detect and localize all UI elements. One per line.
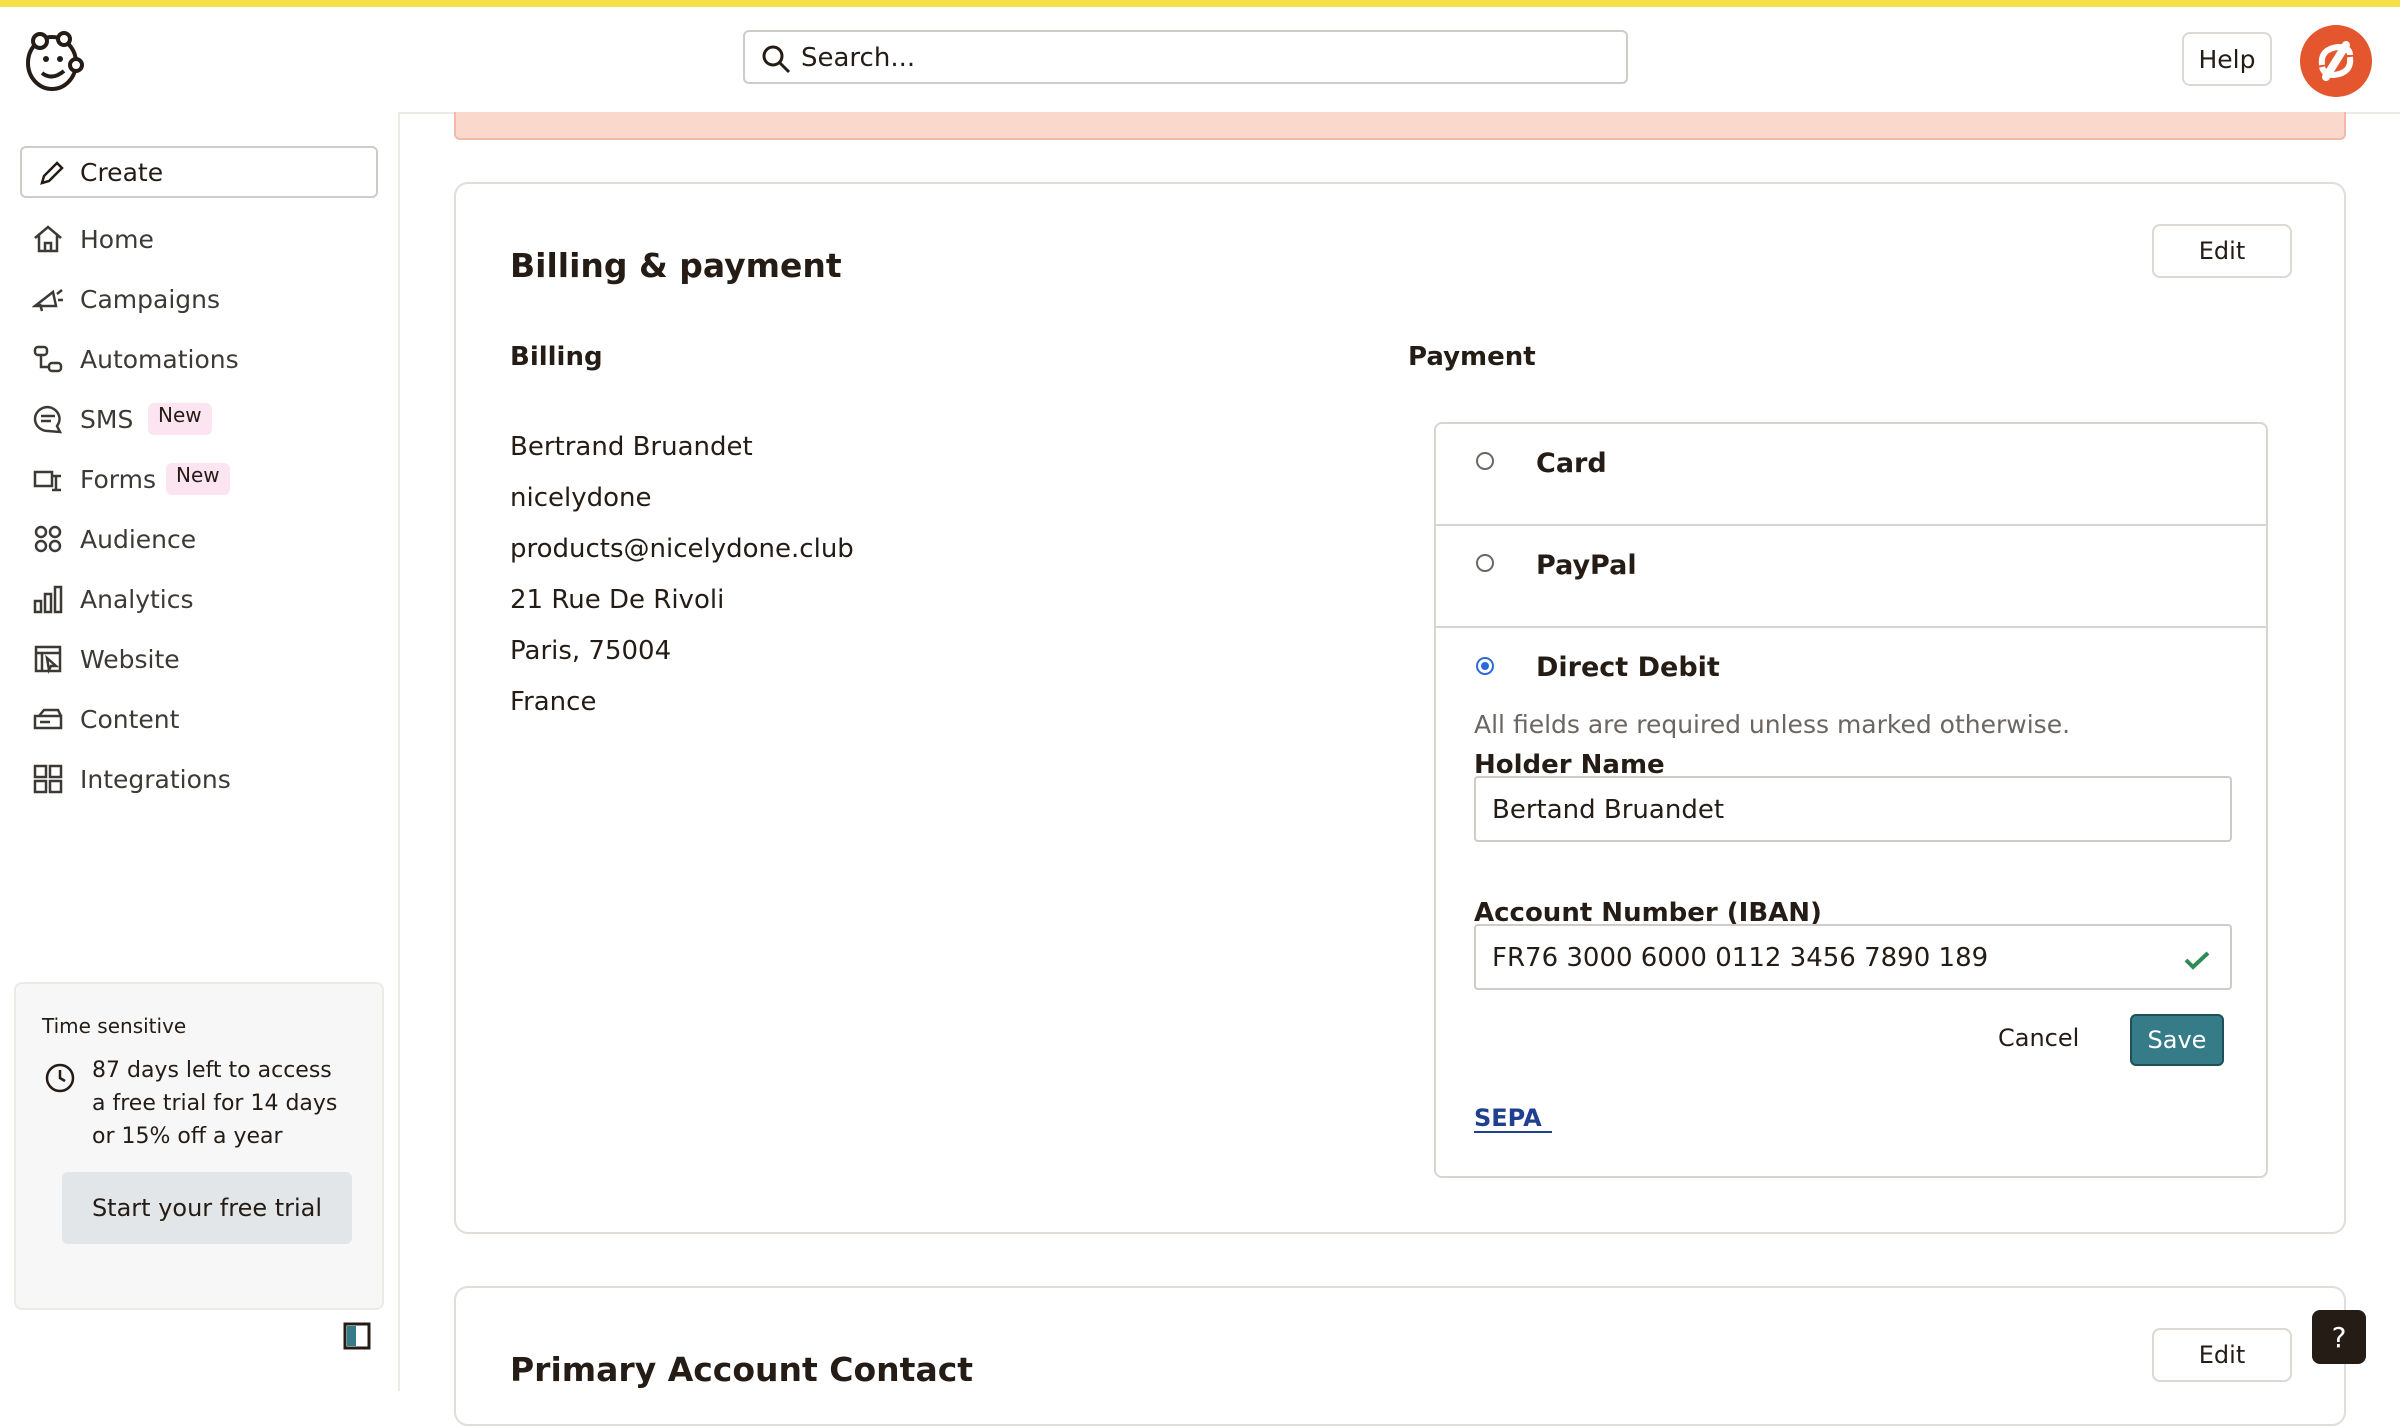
required-fields-hint: All fields are required unless marked ot… (1474, 710, 2071, 739)
check-icon (2184, 951, 2210, 970)
new-badge: New (148, 403, 212, 435)
integrations-icon (33, 764, 63, 794)
sidebar-item-sms[interactable]: SMS New (20, 394, 378, 444)
help-question-button[interactable]: ? (2312, 1310, 2366, 1364)
search-input[interactable] (799, 40, 1603, 76)
holder-name-field[interactable] (1474, 776, 2232, 842)
payment-option-card[interactable]: Card (1436, 424, 2266, 526)
billing-payment-card: Billing & payment Edit Billing Bertrand … (454, 182, 2346, 1234)
sidebar-item-label: Automations (80, 345, 239, 374)
sidebar-item-audience[interactable]: Audience (20, 514, 378, 564)
payment-option-label: PayPal (1536, 550, 1637, 581)
payment-option-label: Direct Debit (1536, 652, 1720, 683)
holder-name-input[interactable] (1490, 792, 2154, 828)
sidebar-item-label: Home (80, 225, 154, 254)
cancel-button[interactable]: Cancel (1998, 1024, 2079, 1052)
sidebar-item-label: Content (80, 705, 180, 734)
sidebar-item-label: SMS (80, 405, 134, 434)
home-icon (34, 225, 62, 253)
mailchimp-logo[interactable] (18, 25, 90, 97)
direct-debit-radio[interactable] (1476, 657, 1494, 675)
sidebar-item-website[interactable]: Website (20, 634, 378, 684)
edit-button[interactable]: Edit (2152, 1328, 2292, 1382)
billing-line: Bertrand Bruandet (510, 432, 753, 462)
sidebar-item-label: Audience (80, 525, 197, 554)
sidebar-item-home[interactable]: Home (20, 214, 378, 264)
create-label: Create (80, 158, 164, 187)
search-bar[interactable] (743, 30, 1628, 84)
help-button[interactable]: Help (2182, 32, 2272, 86)
sidebar: Create Home Campaigns Automations SMS Ne… (0, 112, 400, 1391)
sidebar-item-label: Analytics (80, 585, 194, 614)
analytics-icon (33, 585, 63, 614)
sepa-logo-text: SEPA (1474, 1104, 1542, 1132)
trial-card: Time sensitive 87 days left to access a … (14, 982, 384, 1310)
sidebar-item-automations[interactable]: Automations (20, 334, 378, 384)
iban-field[interactable] (1474, 924, 2232, 990)
sidebar-item-label: Forms (80, 465, 157, 494)
time-sensitive-tag: Time sensitive (42, 1014, 187, 1038)
pencil-icon (40, 161, 64, 185)
top-accent-bar (0, 0, 2400, 7)
new-badge: New (166, 463, 230, 495)
billing-heading: Billing (510, 342, 603, 372)
payment-option-label: Card (1536, 448, 1607, 479)
save-button[interactable]: Save (2130, 1014, 2224, 1066)
edit-button[interactable]: Edit (2152, 224, 2292, 278)
paypal-radio[interactable] (1476, 554, 1494, 572)
billing-line: France (510, 687, 597, 717)
card-title: Billing & payment (510, 246, 842, 285)
billing-line: nicelydone (510, 483, 652, 513)
billing-line: products@nicelydone.club (510, 534, 854, 564)
avatar[interactable] (2300, 25, 2372, 97)
megaphone-icon (32, 289, 63, 312)
payment-option-paypal[interactable]: PayPal (1436, 526, 2266, 628)
content-icon (33, 708, 63, 730)
billing-line: 21 Rue De Rivoli (510, 585, 725, 615)
sidebar-item-analytics[interactable]: Analytics (20, 574, 378, 624)
payment-heading: Payment (1408, 342, 1536, 372)
sms-icon (33, 405, 63, 434)
top-header: Help (0, 7, 2400, 114)
iban-input[interactable] (1490, 940, 2154, 976)
audience-icon (34, 525, 62, 553)
sidebar-item-forms[interactable]: Forms New (20, 454, 378, 504)
sidebar-collapse-icon[interactable] (343, 1322, 371, 1350)
billing-address: Bertrand Bruandet nicelydone products@ni… (510, 432, 854, 738)
card-radio[interactable] (1476, 452, 1494, 470)
billing-line: Paris, 75004 (510, 636, 672, 666)
create-button[interactable]: Create (20, 146, 378, 198)
trial-message: 87 days left to access a free trial for … (92, 1058, 338, 1149)
automations-icon (33, 345, 63, 373)
search-icon (762, 45, 791, 74)
sidebar-item-label: Website (80, 645, 180, 674)
primary-contact-card: Primary Account Contact Edit (454, 1286, 2346, 1426)
sidebar-item-campaigns[interactable]: Campaigns (20, 274, 378, 324)
sepa-logo: SEPA (1474, 1104, 1552, 1133)
start-trial-button[interactable]: Start your free trial (62, 1172, 352, 1244)
sidebar-item-content[interactable]: Content (20, 694, 378, 744)
clock-icon (45, 1063, 75, 1093)
sidebar-item-integrations[interactable]: Integrations (20, 754, 378, 804)
alert-banner (454, 112, 2346, 140)
sidebar-item-label: Integrations (80, 765, 231, 794)
sidebar-item-label: Campaigns (80, 285, 221, 314)
avatar-logo-icon (2318, 41, 2354, 81)
payment-method-box: Card PayPal Direct Debit All fields are … (1434, 422, 2268, 1178)
card-title: Primary Account Contact (510, 1350, 974, 1389)
website-icon (34, 645, 62, 674)
forms-icon (33, 470, 61, 492)
